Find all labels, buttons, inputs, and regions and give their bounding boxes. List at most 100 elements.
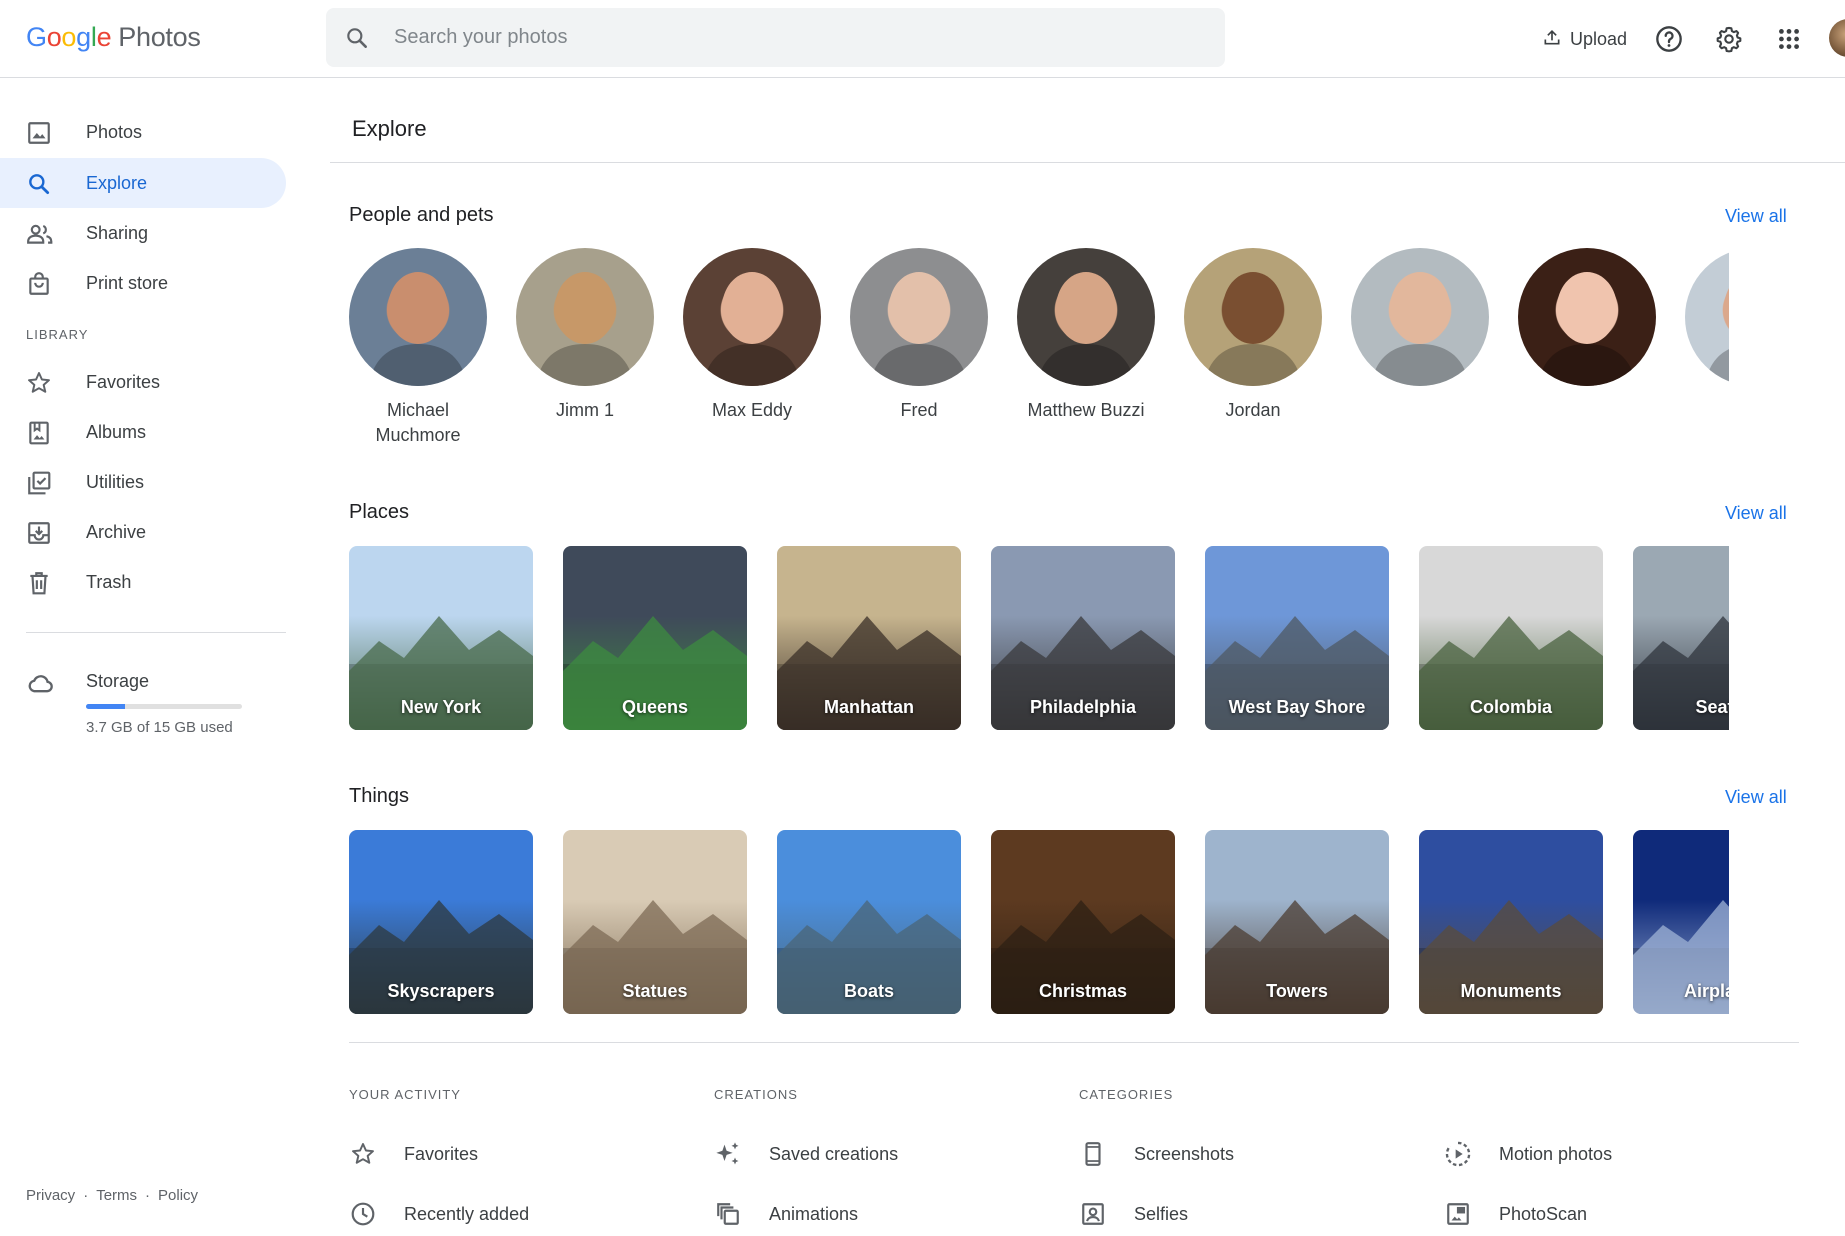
sidebar-item-sharing[interactable]: Sharing (0, 208, 286, 258)
place-tile[interactable]: West Bay Shore (1205, 546, 1389, 730)
creations-saved[interactable]: Saved creations (714, 1134, 898, 1174)
place-tile[interactable]: Manhattan (777, 546, 961, 730)
page-title: Explore (352, 116, 427, 141)
google-photos-logo[interactable]: Google Photos (26, 22, 201, 53)
search-icon[interactable] (326, 25, 384, 51)
person-name: Jordan (1225, 400, 1281, 420)
upload-button[interactable]: Upload (1536, 22, 1633, 56)
tile-label: Skyscrapers (387, 981, 495, 1001)
footer-separator: · (83, 1187, 89, 1204)
thing-tile[interactable]: Statues (563, 830, 747, 1014)
settings-icon[interactable] (1712, 22, 1746, 56)
tile-label: Airplanes (1683, 981, 1729, 1001)
category-item-label: Selfies (1134, 1203, 1189, 1224)
trash-icon (26, 570, 52, 596)
person-silhouette (1538, 272, 1636, 386)
tile-label: New York (400, 697, 482, 717)
account-avatar[interactable] (1829, 19, 1845, 57)
cloud-icon (26, 669, 54, 697)
sidebar-item-label: Archive (86, 521, 147, 542)
utilities-icon (26, 470, 52, 496)
category-selfies[interactable]: Selfies (1079, 1194, 1188, 1234)
category-photoscan[interactable]: PhotoScan (1444, 1194, 1587, 1234)
person-photo (1184, 248, 1322, 386)
activity-recently-added[interactable]: Recently added (349, 1194, 529, 1234)
top-bar: Google Photos Upload (0, 0, 1845, 78)
photo-icon (26, 120, 52, 146)
selfie-icon (1079, 1200, 1107, 1228)
person-photo (1685, 248, 1729, 386)
storage-usage-text: 3.7 GB of 15 GB used (86, 719, 233, 736)
sidebar-item-favorites[interactable]: Favorites (0, 357, 286, 407)
category-screenshots[interactable]: Screenshots (1079, 1134, 1234, 1174)
person-card[interactable]: Jordan (1184, 248, 1322, 423)
places-view-all-link[interactable]: View all (1725, 503, 1787, 524)
place-tile[interactable]: Philadelphia (991, 546, 1175, 730)
person-card[interactable] (1518, 248, 1656, 398)
categories-heading: CATEGORIES (1079, 1087, 1174, 1102)
creations-animations[interactable]: Animations (714, 1194, 858, 1234)
person-photo (516, 248, 654, 386)
sidebar-item-print-store[interactable]: Print store (0, 258, 286, 308)
tile-label: Manhattan (824, 697, 914, 717)
sidebar-item-trash[interactable]: Trash (0, 557, 286, 607)
policy-link[interactable]: Policy (158, 1187, 198, 1204)
activity-favorites[interactable]: Favorites (349, 1134, 478, 1174)
sidebar-item-label: Favorites (86, 371, 161, 392)
star-icon (26, 370, 52, 396)
person-name: Jimm 1 (556, 400, 614, 420)
person-card[interactable]: Max Eddy (683, 248, 821, 423)
storage-section[interactable]: Storage 3.7 GB of 15 GB used (0, 663, 300, 743)
person-card[interactable]: Fred (850, 248, 988, 423)
person-card[interactable]: Matthew Buzzi (1017, 248, 1155, 423)
sidebar-item-label: Photos (86, 121, 143, 142)
sidebar-item-explore[interactable]: Explore (0, 158, 286, 208)
footer-separator: · (145, 1187, 151, 1204)
sidebar-item-albums[interactable]: Albums (0, 407, 286, 457)
privacy-link[interactable]: Privacy (26, 1187, 75, 1204)
activity-item-label: Recently added (404, 1203, 530, 1224)
sidebar-divider (26, 632, 286, 633)
thing-tile[interactable]: Boats (777, 830, 961, 1014)
thing-tile[interactable]: Skyscrapers (349, 830, 533, 1014)
logo-product-name: Photos (118, 22, 201, 52)
help-icon[interactable] (1652, 22, 1686, 56)
person-name: Fred (900, 400, 938, 420)
thing-tile[interactable]: Christmas (991, 830, 1175, 1014)
sidebar-item-label: Explore (86, 172, 148, 193)
sidebar-item-photos[interactable]: Photos (0, 107, 286, 157)
section-divider (349, 1042, 1799, 1043)
thing-tile[interactable]: Airplanes (1633, 830, 1729, 1014)
footer-links: Privacy · Terms · Policy (26, 1187, 198, 1204)
search-input[interactable] (384, 26, 1164, 49)
apps-grid-icon[interactable] (1772, 22, 1806, 56)
person-name: Matthew Buzzi (1027, 400, 1145, 420)
tile-label: Queens (621, 697, 689, 717)
sidebar-item-utilities[interactable]: Utilities (0, 457, 286, 507)
photoscan-icon (1444, 1200, 1472, 1228)
place-tile[interactable]: Queens (563, 546, 747, 730)
search-bar[interactable] (326, 8, 1225, 67)
search-icon (26, 171, 52, 197)
person-card[interactable] (1685, 248, 1729, 398)
person-silhouette (703, 272, 801, 386)
person-card[interactable] (1351, 248, 1489, 398)
terms-link[interactable]: Terms (96, 1187, 137, 1204)
logo-letter: o (46, 22, 62, 52)
explore-main: Explore People and pets View all Michael… (330, 78, 1845, 1236)
creations-item-label: Saved creations (769, 1143, 899, 1164)
animation-icon (714, 1200, 742, 1228)
things-view-all-link[interactable]: View all (1725, 787, 1787, 808)
places-section-title: Places (349, 501, 410, 523)
place-tile[interactable]: Seattle (1633, 546, 1729, 730)
person-card[interactable]: Jimm 1 (516, 248, 654, 423)
category-motion-photos[interactable]: Motion photos (1444, 1134, 1612, 1174)
thing-tile[interactable]: Towers (1205, 830, 1389, 1014)
person-card[interactable]: Michael Muchmore (349, 248, 487, 448)
place-tile[interactable]: New York (349, 546, 533, 730)
people-view-all-link[interactable]: View all (1725, 206, 1787, 227)
place-tile[interactable]: Colombia (1419, 546, 1603, 730)
sidebar-item-archive[interactable]: Archive (0, 507, 286, 557)
album-icon (26, 420, 52, 446)
thing-tile[interactable]: Monuments (1419, 830, 1603, 1014)
